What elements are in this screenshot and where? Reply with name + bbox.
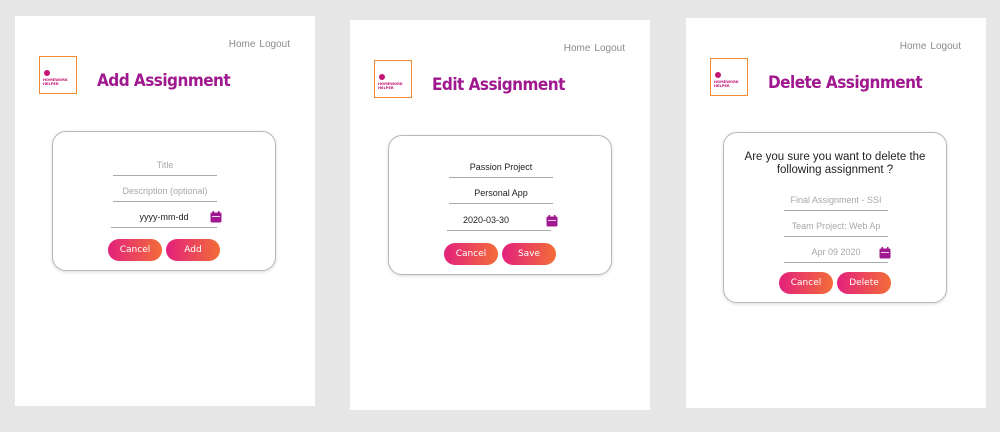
cancel-button[interactable]: Cancel (779, 272, 833, 294)
title-input[interactable]: Title (113, 154, 217, 176)
top-nav: Home Logout (229, 39, 290, 50)
logo-text: HOMEWORK HELPER (714, 80, 739, 88)
calendar-icon[interactable] (546, 215, 558, 227)
cancel-button[interactable]: Cancel (444, 243, 498, 265)
logo-text: HOMEWORK HELPER (43, 78, 68, 86)
apple-icon (44, 70, 50, 76)
page-title: Delete Assignment (768, 73, 923, 93)
delete-button[interactable]: Delete (837, 272, 891, 294)
assignment-form-card: Title Description (optional) yyyy-mm-dd … (52, 131, 276, 271)
assignment-form-card: Passion Project Personal App 2020-03-30 … (388, 135, 612, 275)
title-input[interactable]: Passion Project (449, 156, 553, 178)
homework-helper-logo: HOMEWORK HELPER (39, 56, 77, 94)
title-field: Final Assignment - SSI (784, 189, 888, 211)
page-title: Add Assignment (97, 71, 231, 91)
logout-link[interactable]: Logout (930, 41, 961, 52)
top-nav: Home Logout (900, 41, 961, 52)
add-button[interactable]: Add (166, 239, 220, 261)
homework-helper-logo: HOMEWORK HELPER (710, 58, 748, 96)
add-assignment-screen: Home Logout HOMEWORK HELPER Add Assignme… (15, 16, 315, 406)
confirm-question: Are you sure you want to delete the foll… (744, 151, 926, 176)
delete-assignment-screen: Home Logout HOMEWORK HELPER Delete Assig… (686, 18, 986, 408)
edit-assignment-screen: Home Logout HOMEWORK HELPER Edit Assignm… (350, 20, 650, 410)
logout-link[interactable]: Logout (259, 39, 290, 50)
description-field: Team Project: Web Ap (784, 215, 888, 237)
home-link[interactable]: Home (900, 41, 927, 52)
apple-icon (379, 74, 385, 80)
logout-link[interactable]: Logout (594, 43, 625, 54)
cancel-button[interactable]: Cancel (108, 239, 162, 261)
home-link[interactable]: Home (564, 43, 591, 54)
homework-helper-logo: HOMEWORK HELPER (374, 60, 412, 98)
logo-text: HOMEWORK HELPER (378, 82, 403, 90)
page-title: Edit Assignment (432, 75, 565, 95)
calendar-icon (879, 247, 891, 259)
description-input[interactable]: Description (optional) (113, 180, 217, 202)
apple-icon (715, 72, 721, 78)
due-date-input[interactable]: 2020-03-30 (447, 209, 551, 231)
due-date-field: Apr 09 2020 (784, 241, 888, 263)
delete-confirm-card: Are you sure you want to delete the foll… (723, 132, 947, 303)
description-input[interactable]: Personal App (449, 182, 553, 204)
save-button[interactable]: Save (502, 243, 556, 265)
calendar-icon[interactable] (210, 211, 222, 223)
home-link[interactable]: Home (229, 39, 256, 50)
top-nav: Home Logout (564, 43, 625, 54)
due-date-input[interactable]: yyyy-mm-dd (111, 206, 217, 228)
